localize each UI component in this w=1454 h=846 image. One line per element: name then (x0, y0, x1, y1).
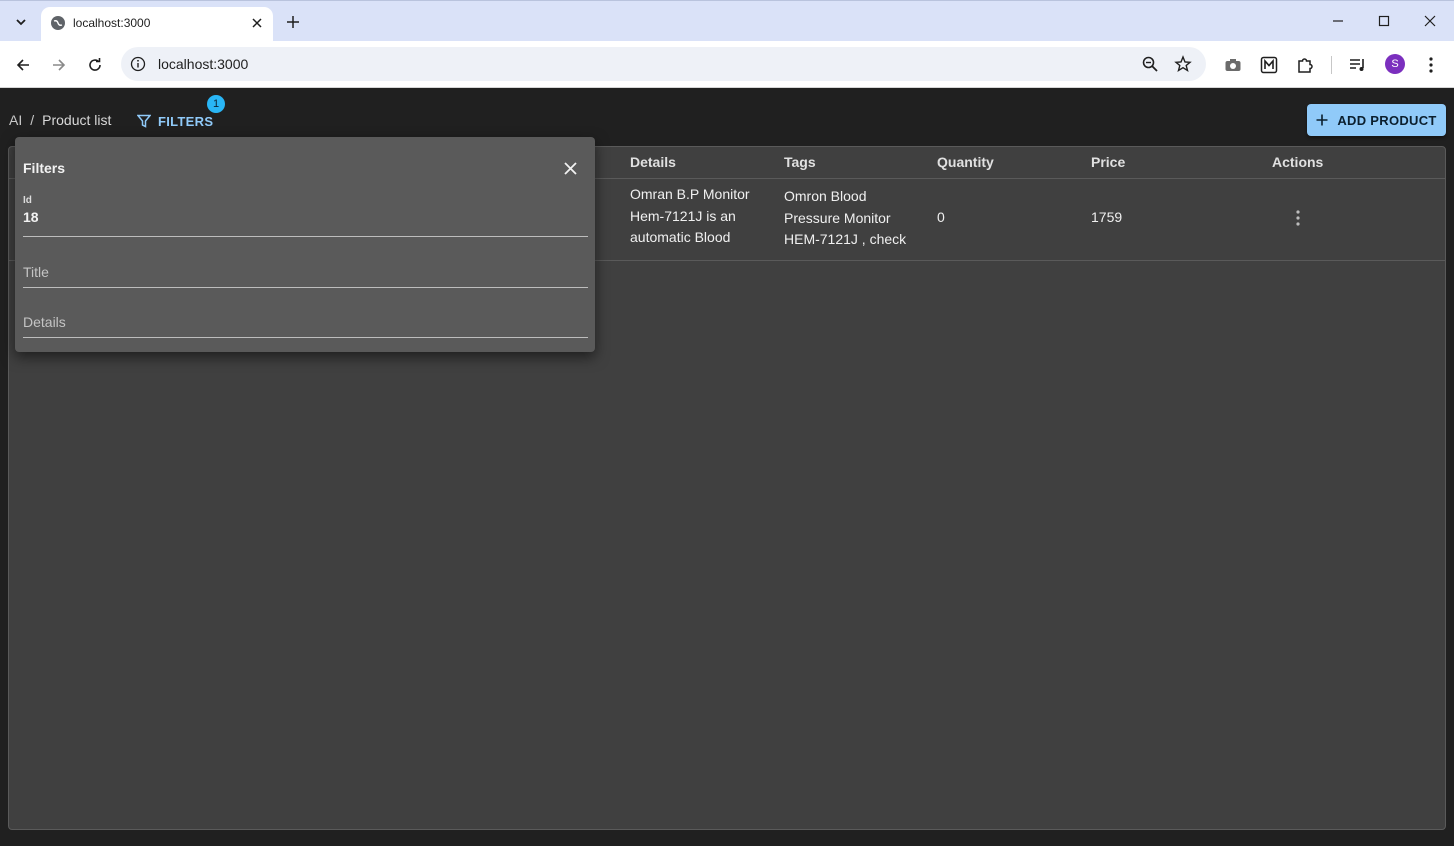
cell-details-line: automatic Blood (630, 229, 731, 245)
forward-button[interactable] (46, 52, 72, 78)
cell-price: 1759 (1091, 209, 1123, 225)
details-filter-field[interactable]: Details (23, 308, 588, 338)
reload-button[interactable] (82, 52, 108, 78)
maximize-button[interactable] (1369, 9, 1399, 33)
url-text[interactable]: localhost:3000 (158, 56, 248, 72)
extension-camera-button[interactable] (1221, 53, 1245, 77)
info-icon[interactable] (130, 56, 146, 72)
filters-panel-title: Filters (23, 160, 66, 176)
cell-details: Omran B.P Monitor Hem-7121J is an automa… (630, 184, 750, 249)
maximize-icon (1378, 15, 1390, 27)
column-header-actions: Actions (1272, 154, 1324, 170)
cell-details-line: Omran B.P Monitor (630, 186, 750, 202)
title-filter-field[interactable]: Title (23, 258, 588, 288)
back-button[interactable] (10, 52, 36, 78)
filters-panel: Filters Id 18 Title Details (15, 137, 595, 352)
window-close-button[interactable] (1415, 9, 1445, 33)
browser-tab[interactable]: localhost:3000 (41, 7, 273, 42)
globe-icon (51, 16, 65, 30)
row-actions-button[interactable] (1290, 208, 1306, 228)
filter-icon (137, 114, 151, 128)
filters-panel-close-button[interactable] (559, 157, 581, 179)
cell-tags-line: HEM-7121J , check (784, 231, 907, 247)
arrow-left-icon (16, 59, 29, 71)
cell-details-line: Hem-7121J is an (630, 207, 736, 224)
reload-icon (89, 58, 101, 71)
add-product-label: ADD PRODUCT (1337, 112, 1437, 128)
id-filter-value[interactable]: 18 (23, 209, 39, 225)
extensions-button[interactable] (1293, 53, 1317, 77)
camera-icon (1225, 59, 1241, 71)
close-icon (563, 161, 577, 175)
new-tab-button[interactable] (282, 11, 304, 33)
profile-avatar[interactable]: S (1385, 54, 1405, 74)
filters-count-badge: 1 (207, 95, 225, 113)
extension-m-button[interactable] (1257, 53, 1281, 77)
column-header-details[interactable]: Details (630, 154, 676, 170)
browser-tabstrip: localhost:3000 (0, 0, 1454, 42)
arrow-right-icon (53, 59, 66, 71)
details-filter-placeholder[interactable]: Details (23, 314, 66, 330)
minimize-icon (1333, 20, 1343, 22)
column-header-quantity[interactable]: Quantity (937, 154, 994, 170)
chevron-down-icon (16, 19, 26, 26)
close-icon (252, 18, 262, 28)
address-bar[interactable]: localhost:3000 (121, 47, 1206, 81)
zoom-out-icon[interactable] (1141, 55, 1159, 73)
breadcrumb: AI / Product list (9, 112, 111, 128)
id-filter-field[interactable]: Id 18 (23, 195, 588, 237)
id-filter-label: Id (23, 195, 32, 206)
cell-tags-line: Omron Blood (784, 188, 867, 204)
plus-icon (287, 16, 299, 28)
minimize-button[interactable] (1323, 9, 1353, 33)
tab-search-button[interactable] (8, 9, 34, 35)
browser-menu-button[interactable] (1419, 53, 1443, 77)
filters-button[interactable]: FILTERS (131, 108, 219, 134)
cell-tags-line: Pressure Monitor (784, 209, 891, 226)
app-root: AI / Product list FILTERS 1 ADD PRODUCT … (0, 88, 1454, 846)
breadcrumb-separator: / (30, 112, 35, 128)
media-controls-button[interactable] (1346, 53, 1370, 77)
tab-title: localhost:3000 (73, 16, 151, 30)
column-header-price[interactable]: Price (1091, 154, 1125, 170)
breadcrumb-root[interactable]: AI (9, 112, 22, 128)
title-filter-placeholder[interactable]: Title (23, 264, 49, 280)
add-product-button[interactable]: ADD PRODUCT (1307, 104, 1446, 136)
toolbar-divider (1331, 56, 1332, 74)
media-queue-icon (1350, 59, 1364, 71)
bookmark-star-icon[interactable] (1174, 55, 1192, 73)
tab-close-button[interactable] (248, 14, 266, 32)
breadcrumb-current: Product list (42, 112, 112, 128)
puzzle-icon (1298, 58, 1313, 73)
filters-label: FILTERS (158, 113, 214, 129)
column-header-tags[interactable]: Tags (784, 154, 816, 170)
more-vertical-icon (1296, 210, 1300, 226)
plus-icon (1316, 114, 1328, 126)
more-vertical-icon (1429, 57, 1433, 73)
m-extension-icon (1260, 56, 1278, 74)
browser-toolbar: localhost:3000 S (0, 41, 1454, 88)
cell-quantity: 0 (937, 209, 945, 225)
close-icon (1424, 15, 1436, 27)
cell-tags: Omron Blood Pressure Monitor HEM-7121J ,… (784, 186, 906, 251)
